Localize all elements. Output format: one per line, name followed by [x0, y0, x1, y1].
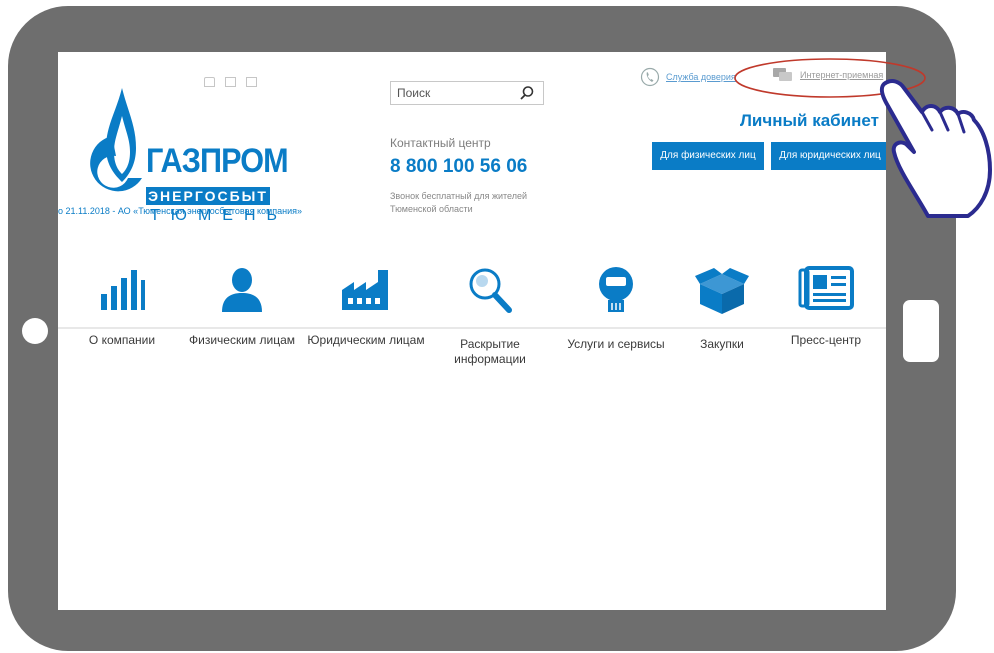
search-box[interactable] — [390, 81, 544, 105]
nav-press-center[interactable]: Пресс-центр — [766, 266, 886, 348]
search-icon[interactable] — [519, 85, 535, 101]
nav-disclosure[interactable]: Раскрытие информации — [430, 266, 550, 367]
nav-individuals[interactable]: Физическим лицам — [182, 266, 302, 348]
logo-title: ГАЗПРОМ — [146, 142, 289, 180]
contact-note: Звонок бесплатный для жителей Тюменской … — [390, 191, 528, 214]
person-icon — [222, 268, 262, 312]
contact-phone[interactable]: 8 800 100 56 06 — [390, 156, 527, 178]
newspaper-icon — [798, 266, 854, 310]
tablet-camera — [22, 318, 48, 344]
pointing-hand-icon — [879, 79, 992, 218]
box-icon — [695, 268, 749, 314]
web-page: ГАЗПРОМ ЭНЕРГОСБЫТ ТЮМЕНЬ о 21.11.2018 -… — [58, 52, 886, 610]
nav-procurement[interactable]: Закупки — [662, 266, 782, 352]
search-input[interactable] — [397, 85, 517, 101]
nav-legal-entities[interactable]: Юридическим лицам — [306, 266, 426, 348]
logo-subtitle: ЭНЕРГОСБЫТ — [146, 187, 270, 205]
nav-about[interactable]: О компании — [62, 266, 182, 348]
meter-icon — [599, 267, 633, 312]
nav-label: Юридическим лицам — [307, 333, 425, 347]
trust-service-text[interactable]: Служба доверия — [666, 72, 736, 82]
legal-account-button[interactable]: Для юридических лиц — [771, 142, 886, 170]
nav-services[interactable]: Услуги и сервисы — [556, 266, 676, 352]
tablet-home-button[interactable] — [903, 300, 939, 362]
factory-icon — [342, 270, 388, 310]
nav-label: Услуги и сервисы — [567, 337, 665, 351]
nav-label: Пресс-центр — [790, 333, 862, 347]
contact-center-label: Контактный центр — [390, 136, 491, 150]
company-tagline: о 21.11.2018 - АО «Тюменская энергосбыто… — [58, 206, 302, 216]
flame-icon — [90, 88, 142, 192]
gazprom-logo[interactable]: ГАЗПРОМ ЭНЕРГОСБЫТ ТЮМЕНЬ — [76, 86, 289, 224]
nav-label: Раскрытие информации — [454, 337, 526, 366]
phone-icon — [640, 67, 660, 87]
trust-service-link[interactable]: Служба доверия — [640, 67, 736, 87]
individuals-account-button[interactable]: Для физических лиц — [652, 142, 764, 170]
nav-label: О компании — [88, 333, 156, 347]
magnifier-icon — [469, 268, 512, 313]
personal-account-title: Личный кабинет — [740, 111, 879, 130]
nav-label: Закупки — [700, 337, 744, 351]
bar-chart-icon — [101, 270, 145, 310]
nav-label: Физическим лицам — [189, 333, 295, 347]
